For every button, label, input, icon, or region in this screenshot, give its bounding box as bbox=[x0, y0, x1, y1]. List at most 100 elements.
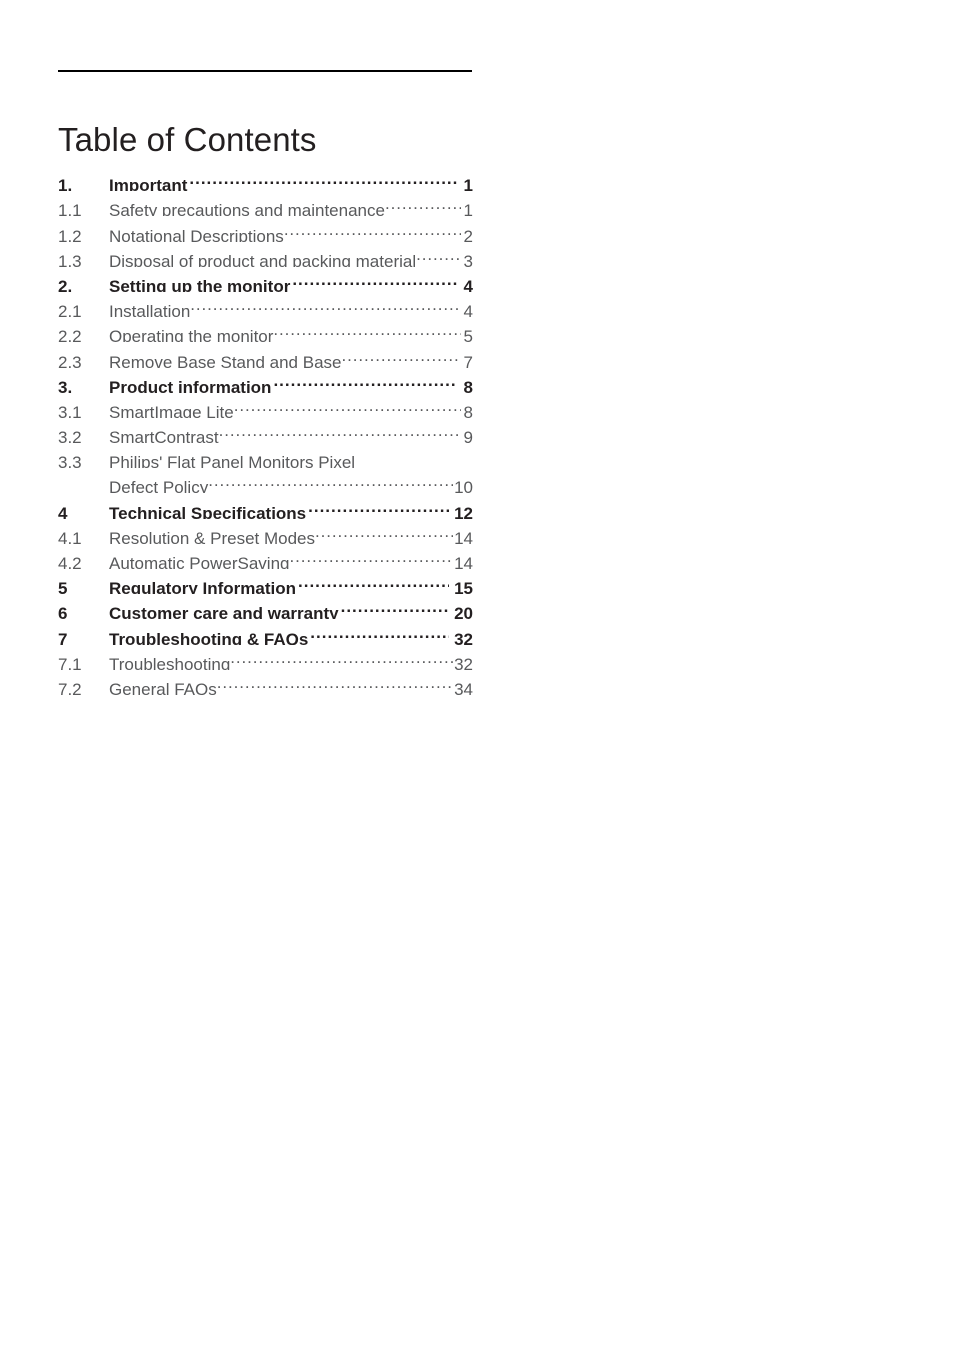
toc-entry-page-number: 34 bbox=[454, 679, 473, 695]
toc-entry-label: Safety precautions and maintenance bbox=[109, 201, 385, 217]
toc-entry[interactable]: 5 Regulatory Information 15 bbox=[58, 569, 473, 594]
toc-entry-page-number: 12 bbox=[454, 503, 473, 519]
toc-dot-leader bbox=[217, 670, 453, 695]
toc-entry[interactable]: 3. Product information 8 bbox=[58, 368, 473, 393]
toc-entry-number: 1.3 bbox=[58, 251, 82, 267]
toc-entry[interactable]: 2.3 Remove Base Stand and Base 7 bbox=[58, 342, 473, 368]
toc-dot-leader bbox=[234, 393, 461, 418]
toc-entry[interactable]: 1. Important 1 bbox=[58, 166, 473, 191]
toc-entry-number: 3. bbox=[58, 377, 73, 393]
toc-entry-number: 7.2 bbox=[58, 679, 82, 695]
toc-entry-label: Operating the monitor bbox=[109, 327, 274, 343]
toc-dot-leader bbox=[273, 317, 461, 342]
toc-entry-label: Remove Base Stand and Base bbox=[109, 352, 342, 368]
toc-dot-leader bbox=[355, 443, 461, 468]
toc-entry-number: 4 bbox=[58, 503, 68, 519]
toc-entry-label: Customer care and warranty bbox=[109, 604, 339, 620]
toc-entry-page-number: 20 bbox=[454, 604, 473, 620]
toc-entry-page-number: 14 bbox=[454, 528, 473, 544]
toc-entry[interactable]: 2. Setting up the monitor 4 bbox=[58, 267, 473, 292]
toc-entry-label: SmartContrast bbox=[109, 428, 219, 444]
toc-entry-label: Regulatory Information bbox=[109, 579, 297, 595]
toc-entry-number: 6 bbox=[58, 604, 68, 620]
header-rule bbox=[58, 70, 472, 72]
toc-dot-leader bbox=[230, 645, 453, 670]
toc-entry-label: Important bbox=[109, 176, 188, 192]
toc-entry[interactable]: 7 Troubleshooting & FAQs 32 bbox=[58, 619, 473, 645]
toc-dot-leader bbox=[292, 267, 457, 292]
toc-entry-number: 2.1 bbox=[58, 302, 82, 318]
toc-entry[interactable]: 4.1 Resolution & Preset Modes 14 bbox=[58, 519, 473, 544]
toc-entry-page-number: 2 bbox=[463, 226, 473, 242]
toc-entry-page-number: 8 bbox=[463, 377, 473, 393]
toc-entry-page-number: 4 bbox=[463, 302, 473, 318]
toc-entry-number: 3.3 bbox=[58, 453, 82, 469]
toc-entry-number: 2.2 bbox=[58, 327, 82, 343]
toc-dot-leader bbox=[315, 519, 453, 544]
toc-entry-page-number: 9 bbox=[463, 428, 473, 444]
toc-entry[interactable]: 2.1 Installation 4 bbox=[58, 292, 473, 317]
toc-dot-leader bbox=[273, 368, 457, 393]
toc-entry-number: 3.1 bbox=[58, 402, 82, 418]
toc-entry[interactable]: 1.2 Notational Descriptions 2 bbox=[58, 216, 473, 242]
toc-dot-leader bbox=[219, 418, 461, 443]
toc-entry[interactable]: 4 Technical Specifications 12 bbox=[58, 493, 473, 519]
toc-entry-number: 5 bbox=[58, 579, 68, 595]
toc-entry-page-number: 3 bbox=[463, 251, 473, 267]
toc-entry-number: 1.2 bbox=[58, 226, 82, 242]
toc-entry-page-number: 8 bbox=[463, 402, 473, 418]
toc-entry-page-number: 32 bbox=[454, 629, 473, 645]
toc-dot-leader bbox=[284, 216, 461, 241]
toc-entry-page-number: 5 bbox=[463, 327, 473, 343]
toc-dot-leader bbox=[208, 468, 453, 493]
toc-entry[interactable]: 2.2 Operating the monitor 5 bbox=[58, 317, 473, 342]
toc-entry-number: 2.3 bbox=[58, 352, 82, 368]
toc-entry[interactable]: 3.2 SmartContrast 9 bbox=[58, 418, 473, 443]
toc-entry-label: Troubleshooting bbox=[109, 654, 231, 670]
toc-entry-page-number: 14 bbox=[454, 554, 473, 569]
toc-entry[interactable]: 3.1 SmartImage Lite 8 bbox=[58, 393, 473, 418]
toc-entry-number: 4.2 bbox=[58, 554, 82, 569]
toc-entry-label: General FAQs bbox=[109, 679, 217, 695]
toc-dot-leader bbox=[190, 292, 461, 317]
toc-entry-number: 1.1 bbox=[58, 201, 82, 217]
toc-entry[interactable]: 1.3 Disposal of product and packing mater… bbox=[58, 242, 473, 267]
toc-dot-leader bbox=[289, 544, 453, 569]
toc-entry[interactable]: 7.1 Troubleshooting 32 bbox=[58, 645, 473, 670]
toc-entry-label: Philips' Flat Panel Monitors Pixel bbox=[109, 453, 356, 469]
toc-entry-label: Notational Descriptions bbox=[109, 226, 284, 242]
toc-dot-leader bbox=[298, 569, 449, 594]
toc-entry-page-number: 10 bbox=[454, 478, 473, 494]
toc-dot-leader bbox=[341, 342, 461, 367]
toc-entry-number: 2. bbox=[58, 276, 73, 292]
toc-entry-label: Troubleshooting & FAQs bbox=[109, 629, 309, 645]
toc-entry-page-number: 32 bbox=[454, 654, 473, 670]
toc-entry-page-number: 15 bbox=[454, 579, 473, 595]
toc-entry-number: 1. bbox=[58, 176, 73, 192]
toc-entry-label: Technical Specifications bbox=[109, 503, 307, 519]
toc-entry[interactable]: Defect Policy 10 bbox=[58, 468, 473, 493]
toc-entry[interactable]: 7.2 General FAQs 34 bbox=[58, 670, 473, 695]
toc-dot-leader bbox=[341, 594, 449, 619]
page-title: Table of Contents bbox=[58, 121, 317, 159]
toc-entry[interactable]: 3.3 Philips' Flat Panel Monitors Pixel bbox=[58, 443, 473, 468]
toc-dot-leader bbox=[416, 242, 461, 267]
toc-dot-leader bbox=[310, 619, 449, 644]
toc-dot-leader bbox=[385, 191, 461, 216]
toc-entry-label: Installation bbox=[109, 302, 191, 318]
document-page: Table of Contents 1. Important 1 1.1 Safety … bbox=[0, 0, 954, 1350]
table-of-contents: 1. Important 1 1.1 Safety precautions and ma… bbox=[58, 166, 473, 695]
toc-entry-page-number: 1 bbox=[463, 201, 473, 217]
toc-entry-label: Resolution & Preset Modes bbox=[109, 528, 315, 544]
toc-entry-number: 4.1 bbox=[58, 528, 82, 544]
toc-dot-leader bbox=[308, 493, 449, 518]
toc-entry-label: Setting up the monitor bbox=[109, 276, 291, 292]
toc-entry[interactable]: 4.2 Automatic PowerSaving 14 bbox=[58, 544, 473, 569]
toc-entry-label: Product information bbox=[109, 377, 272, 393]
toc-entry-page-number: 7 bbox=[463, 352, 473, 368]
toc-entry[interactable]: 6 Customer care and warranty 20 bbox=[58, 594, 473, 619]
toc-entry-label: Disposal of product and packing material bbox=[109, 251, 417, 267]
toc-entry-number: 7.1 bbox=[58, 654, 82, 670]
toc-entry-label: Automatic PowerSaving bbox=[109, 554, 290, 569]
toc-entry[interactable]: 1.1 Safety precautions and maintenance 1 bbox=[58, 191, 473, 216]
